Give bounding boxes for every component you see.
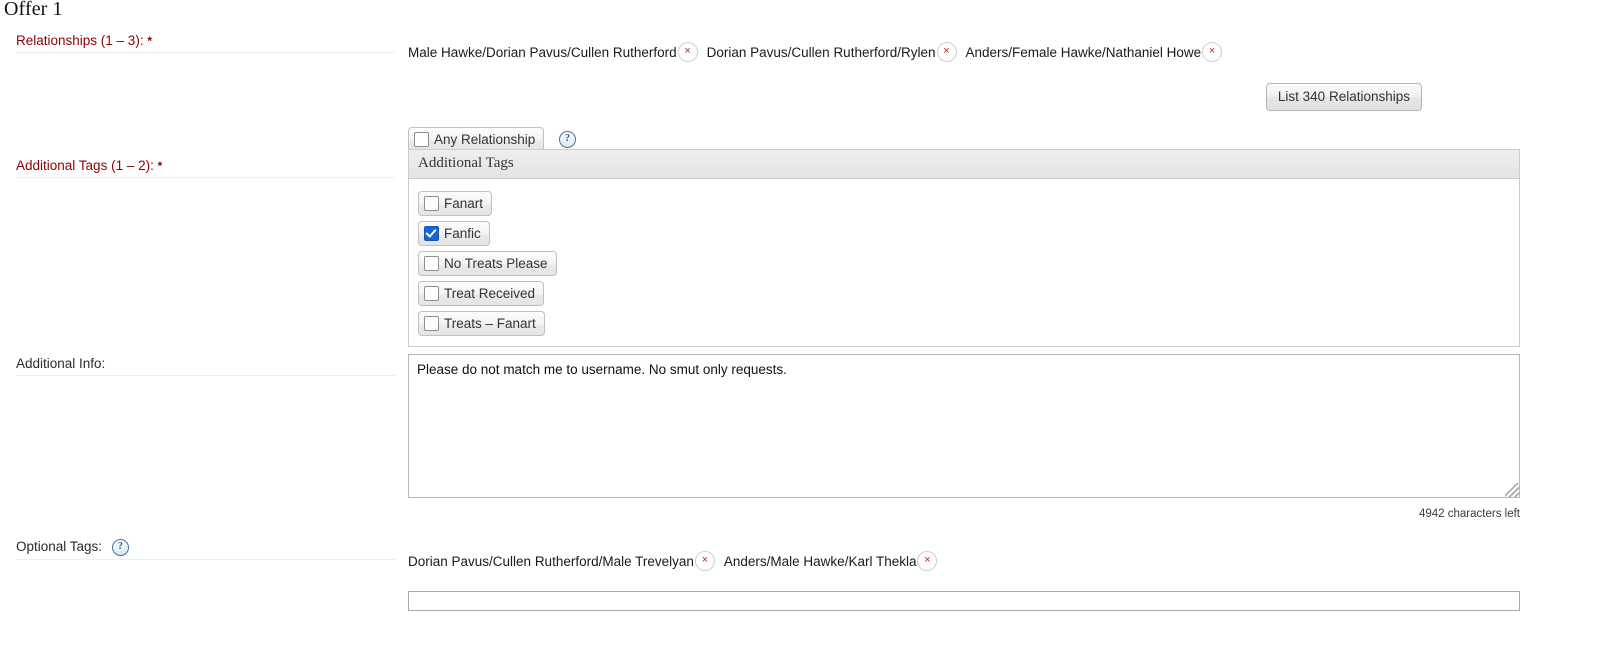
tag-option-row: Treat Received: [418, 281, 1519, 307]
additional-info-label-text: Additional Info:: [16, 356, 106, 371]
remove-tag-icon[interactable]: ×: [677, 42, 698, 62]
remove-tag-icon[interactable]: ×: [1202, 42, 1223, 62]
relationship-tag-label: Dorian Pavus/Cullen Rutherford/Rylen: [706, 44, 936, 60]
remove-tag-icon[interactable]: ×: [936, 42, 957, 62]
additional-tags-options: Fanart Fanfic No Treats Please Treat Rec…: [409, 179, 1519, 346]
additional-info-label: Additional Info:: [16, 356, 396, 376]
tag-option-row: Treats – Fanart: [418, 311, 1519, 337]
list-relationships-row: List 340 Relationships: [408, 83, 1522, 123]
tag-option-label: Treats – Fanart: [444, 316, 536, 332]
help-icon[interactable]: ?: [558, 131, 576, 149]
tag-option-treat-received[interactable]: Treat Received: [418, 281, 545, 307]
tag-option-label: Treat Received: [444, 286, 536, 302]
optional-tags-input[interactable]: [408, 591, 1520, 611]
optional-tags-field: Dorian Pavus/Cullen Rutherford/Male Trev…: [408, 551, 1522, 611]
optional-tags-label-text: Optional Tags:: [16, 539, 103, 555]
additional-tags-label: Additional Tags (1 – 2): *: [16, 158, 396, 178]
additional-info-textarea[interactable]: Please do not match me to username. No s…: [408, 354, 1520, 498]
help-icon[interactable]: ?: [111, 539, 129, 556]
optional-tag: Dorian Pavus/Cullen Rutherford/Male Trev…: [408, 551, 715, 571]
additional-info-row: Additional Info: Please do not match me …: [0, 354, 1622, 548]
checkbox-box: [424, 256, 439, 272]
remove-tag-icon[interactable]: ×: [694, 551, 715, 571]
relationships-label-text: Relationships (1 – 3):: [16, 33, 144, 48]
checkbox-box: [424, 286, 439, 302]
optional-tag-label: Anders/Male Hawke/Karl Thekla: [723, 553, 917, 569]
page-title: Offer 1: [4, 0, 63, 20]
additional-tags-panel: Additional Tags Fanart Fanfic No Treats …: [408, 149, 1520, 348]
relationships-field: Male Hawke/Dorian Pavus/Cullen Rutherfor…: [408, 42, 1522, 153]
required-marker: *: [147, 34, 153, 48]
required-marker: *: [157, 159, 163, 173]
additional-tags-row: Additional Tags (1 – 2): * Additional Ta…: [0, 149, 1622, 356]
offer-form: Relationships (1 – 3): * Male Hawke/Dori…: [0, 30, 1622, 638]
relationship-tag: Dorian Pavus/Cullen Rutherford/Rylen ×: [707, 42, 957, 62]
optional-tags-row: Optional Tags: ? Dorian Pavus/Cullen Rut…: [0, 539, 1622, 638]
relationship-tag: Male Hawke/Dorian Pavus/Cullen Rutherfor…: [408, 42, 698, 62]
checkbox-box-checked: [424, 226, 439, 242]
optional-tags-input-wrap: [408, 591, 1522, 611]
checkbox-box: [414, 132, 429, 148]
tag-option-fanart[interactable]: Fanart: [418, 191, 493, 217]
relationships-row: Relationships (1 – 3): * Male Hawke/Dori…: [0, 30, 1622, 158]
tag-option-label: Fanfic: [444, 226, 481, 242]
relationship-tag-label: Male Hawke/Dorian Pavus/Cullen Rutherfor…: [408, 44, 677, 60]
relationship-tag-list: Male Hawke/Dorian Pavus/Cullen Rutherfor…: [408, 42, 1522, 62]
tag-option-row: No Treats Please: [418, 251, 1519, 277]
textarea-resize-handle[interactable]: [1505, 483, 1519, 497]
tag-option-no-treats-please[interactable]: No Treats Please: [418, 251, 557, 277]
relationship-tag-label: Anders/Female Hawke/Nathaniel Howe: [965, 44, 1202, 60]
tag-option-row: Fanart: [418, 191, 1519, 217]
additional-info-field: Please do not match me to username. No s…: [408, 354, 1522, 520]
tag-option-label: No Treats Please: [444, 256, 548, 272]
tag-option-row: Fanfic: [418, 221, 1519, 247]
relationship-tag: Anders/Female Hawke/Nathaniel Howe ×: [966, 42, 1223, 62]
remove-tag-icon[interactable]: ×: [917, 551, 938, 571]
tag-option-treats-fanart[interactable]: Treats – Fanart: [418, 311, 545, 337]
optional-tag: Anders/Male Hawke/Karl Thekla ×: [724, 551, 938, 571]
list-relationships-button[interactable]: List 340 Relationships: [1265, 83, 1422, 111]
tag-option-fanfic[interactable]: Fanfic: [418, 221, 490, 247]
tag-option-label: Fanart: [444, 196, 484, 212]
additional-tags-panel-title: Additional Tags: [409, 150, 1519, 179]
additional-tags-field: Additional Tags Fanart Fanfic No Treats …: [408, 149, 1522, 348]
optional-tags-label: Optional Tags: ?: [16, 539, 396, 560]
checkbox-box: [424, 316, 439, 332]
additional-tags-label-text: Additional Tags (1 – 2):: [16, 158, 154, 173]
any-relationship-label: Any Relationship: [434, 132, 536, 148]
relationships-label: Relationships (1 – 3): *: [16, 33, 396, 53]
characters-left-counter: 4942 characters left: [1418, 508, 1520, 520]
checkbox-box: [424, 196, 439, 212]
optional-tag-label: Dorian Pavus/Cullen Rutherford/Male Trev…: [408, 553, 694, 569]
optional-tag-list: Dorian Pavus/Cullen Rutherford/Male Trev…: [408, 551, 1522, 571]
